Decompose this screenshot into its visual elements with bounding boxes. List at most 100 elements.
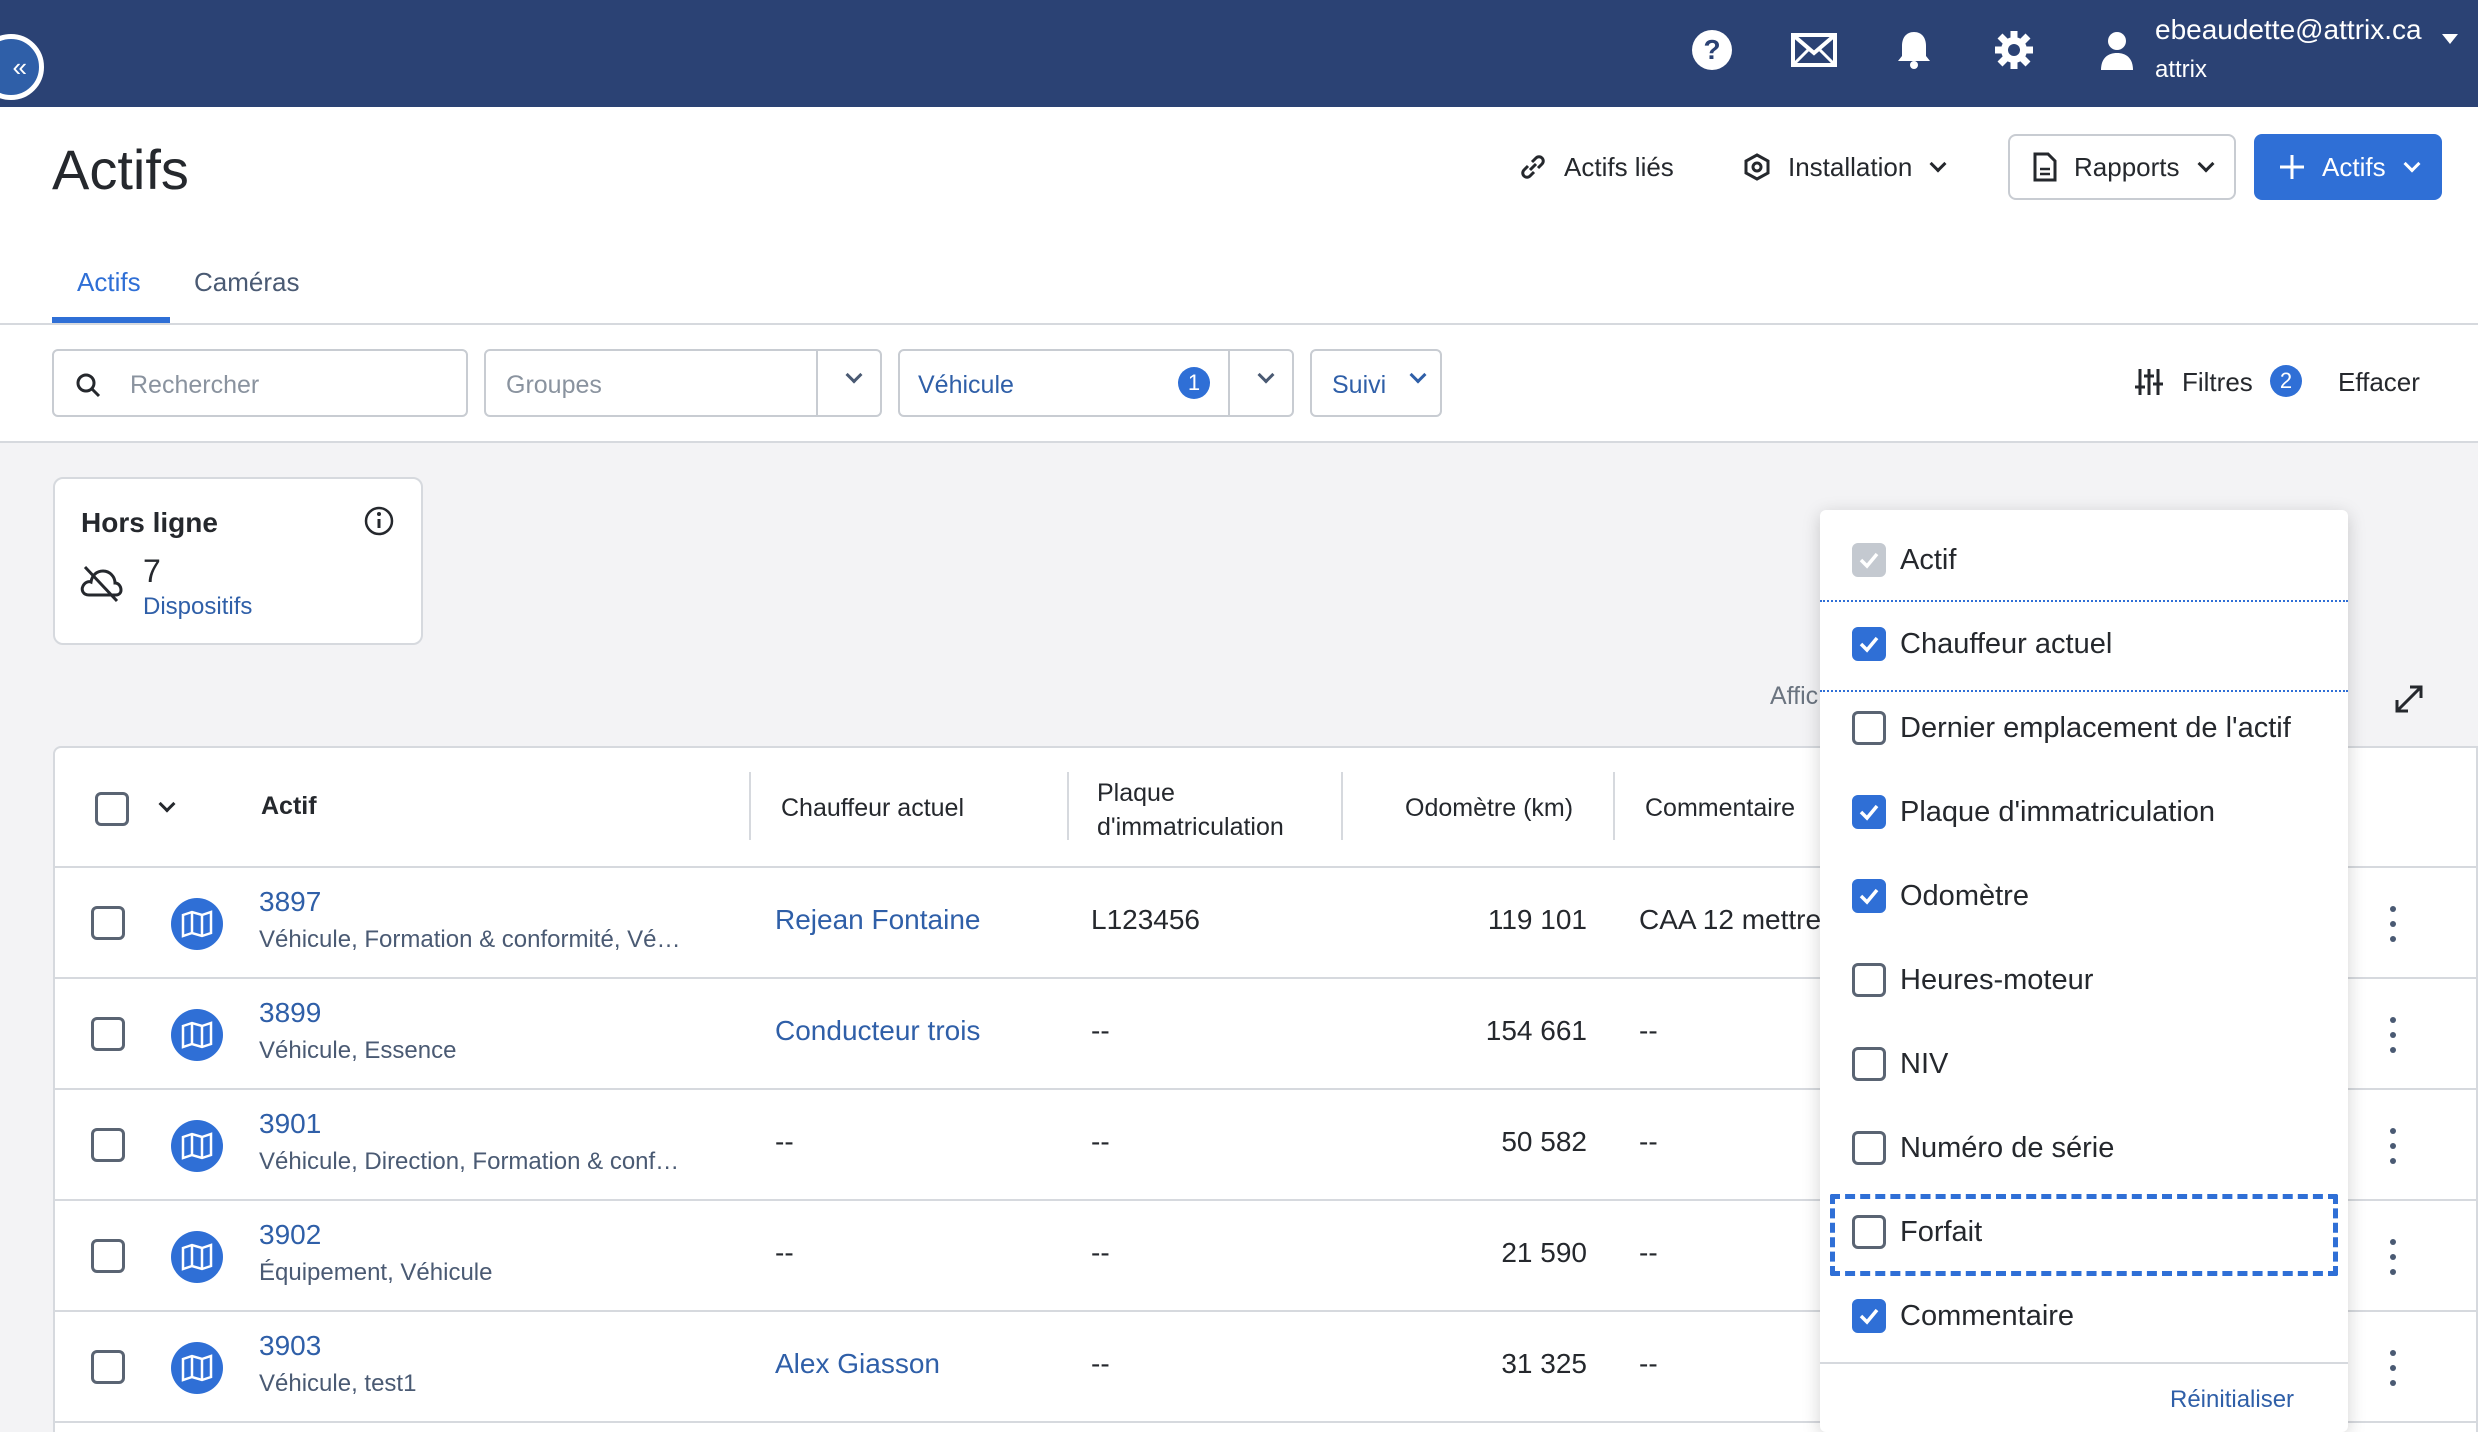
- column-option-checkbox[interactable]: [1852, 1131, 1886, 1165]
- map-icon[interactable]: [171, 1342, 223, 1394]
- asset-id-link[interactable]: 3901: [259, 1108, 321, 1140]
- reports-dropdown[interactable]: Rapports: [2008, 134, 2236, 200]
- column-option-checkbox[interactable]: [1852, 795, 1886, 829]
- column-header-asset[interactable]: Actif: [261, 792, 317, 821]
- add-assets-button[interactable]: Actifs: [2254, 134, 2442, 200]
- tab-cameras[interactable]: Caméras: [194, 267, 299, 298]
- asset-id-link[interactable]: 3897: [259, 886, 321, 918]
- asset-id-link[interactable]: 3902: [259, 1219, 321, 1251]
- column-option: Actif: [1820, 518, 2348, 602]
- chevron-down-icon: [1409, 366, 1427, 384]
- clear-filters-button[interactable]: Effacer: [2338, 367, 2420, 398]
- driver-cell[interactable]: Conducteur trois: [775, 1015, 980, 1047]
- linked-assets-button[interactable]: Actifs liés: [1518, 134, 1674, 200]
- user-menu[interactable]: ebeaudette@attrix.ca attrix: [2100, 14, 2470, 94]
- map-icon[interactable]: [171, 1120, 223, 1172]
- column-option-label: Actif: [1900, 544, 1957, 576]
- tracking-select[interactable]: Suivi: [1310, 349, 1442, 417]
- info-icon[interactable]: [363, 505, 395, 537]
- search-input[interactable]: Rechercher: [52, 349, 468, 417]
- display-label-partial: Affic: [1770, 682, 1819, 710]
- expand-icon[interactable]: [2392, 682, 2426, 716]
- select-all-checkbox[interactable]: [95, 792, 129, 826]
- column-header-comment[interactable]: Commentaire: [1645, 794, 1795, 823]
- chevron-down-icon[interactable]: [845, 366, 863, 384]
- column-option-checkbox[interactable]: [1852, 879, 1886, 913]
- focus-separator: [1820, 600, 2348, 602]
- groups-select[interactable]: Groupes: [484, 349, 882, 417]
- column-option-label: Numéro de série: [1900, 1132, 2115, 1164]
- comment-cell: --: [1639, 1237, 1658, 1268]
- column-separator: [1341, 772, 1343, 840]
- row-checkbox[interactable]: [91, 906, 125, 940]
- row-more-options-icon[interactable]: [2389, 906, 2397, 942]
- driver-cell[interactable]: Alex Giasson: [775, 1348, 940, 1380]
- focus-separator: [1820, 690, 2348, 692]
- column-header-plate[interactable]: Plaque d'immatriculation: [1097, 776, 1317, 844]
- column-option[interactable]: Commentaire: [1820, 1274, 2348, 1358]
- column-option-checkbox[interactable]: [1852, 711, 1886, 745]
- tab-assets[interactable]: Actifs: [77, 267, 141, 298]
- linked-assets-label: Actifs liés: [1564, 151, 1674, 182]
- row-more-options-icon[interactable]: [2389, 1350, 2397, 1386]
- map-icon[interactable]: [171, 1231, 223, 1283]
- column-header-odometer[interactable]: Odomètre (km): [1405, 794, 1573, 823]
- row-checkbox[interactable]: [91, 1239, 125, 1273]
- column-option[interactable]: Plaque d'immatriculation: [1820, 770, 2348, 854]
- driver-cell[interactable]: Rejean Fontaine: [775, 904, 980, 936]
- chevron-down-icon[interactable]: [1257, 366, 1275, 384]
- column-separator: [1067, 772, 1069, 840]
- column-option[interactable]: Chauffeur actuel: [1820, 602, 2348, 686]
- installation-dropdown[interactable]: Installation: [1742, 134, 1947, 200]
- asset-groups: Véhicule, test1: [259, 1370, 417, 1397]
- map-icon[interactable]: [171, 898, 223, 950]
- add-assets-label: Actifs: [2322, 151, 2386, 182]
- column-option[interactable]: Dernier emplacement de l'actif: [1820, 686, 2348, 770]
- column-option-label: Heures-moteur: [1900, 964, 2094, 996]
- offline-summary-card[interactable]: Hors ligne 7 Dispositifs: [53, 477, 423, 645]
- filter-bar: Rechercher Groupes Véhicule 1 Suivi Filt…: [0, 325, 2478, 443]
- odometer-cell: 31 325: [1501, 1348, 1587, 1379]
- row-checkbox[interactable]: [91, 1128, 125, 1162]
- search-icon: [76, 373, 101, 398]
- collapse-sidebar-button[interactable]: «: [0, 34, 44, 100]
- column-option-checkbox[interactable]: [1852, 963, 1886, 997]
- row-checkbox[interactable]: [91, 1017, 125, 1051]
- plate-cell: --: [1091, 1015, 1110, 1046]
- column-option-checkbox[interactable]: [1852, 627, 1886, 661]
- asset-id-link[interactable]: 3899: [259, 997, 321, 1029]
- bell-icon[interactable]: [1890, 26, 1938, 74]
- column-header-driver[interactable]: Chauffeur actuel: [781, 794, 964, 823]
- column-option-label: Odomètre: [1900, 880, 2029, 912]
- column-option[interactable]: Odomètre: [1820, 854, 2348, 938]
- user-email: ebeaudette@attrix.ca: [2155, 14, 2422, 45]
- filters-count-badge: 2: [2270, 365, 2302, 397]
- column-separator: [1613, 772, 1615, 840]
- select-divider: [816, 351, 818, 415]
- offline-unit: Dispositifs: [143, 593, 253, 620]
- column-chooser-menu: Actif Chauffeur actuel Dernier emplaceme…: [1820, 510, 2348, 1432]
- column-option[interactable]: Heures-moteur: [1820, 938, 2348, 1022]
- offline-count: 7: [143, 553, 161, 589]
- comment-cell: --: [1639, 1348, 1658, 1379]
- chevron-down-icon[interactable]: [158, 795, 176, 813]
- asset-id-link[interactable]: 3903: [259, 1330, 321, 1362]
- row-more-options-icon[interactable]: [2389, 1017, 2397, 1053]
- chevron-down-icon: [2197, 155, 2214, 173]
- row-checkbox[interactable]: [91, 1350, 125, 1384]
- column-option[interactable]: NIV: [1820, 1022, 2348, 1106]
- map-icon[interactable]: [171, 1009, 223, 1061]
- mail-icon[interactable]: [1790, 26, 1838, 74]
- search-placeholder: Rechercher: [130, 371, 260, 399]
- help-icon[interactable]: ?: [1688, 26, 1736, 74]
- gear-icon[interactable]: [1990, 26, 2038, 74]
- reset-columns-button[interactable]: Réinitialiser: [2170, 1386, 2294, 1414]
- vehicle-type-select[interactable]: Véhicule 1: [898, 349, 1294, 417]
- column-option-checkbox[interactable]: [1852, 1047, 1886, 1081]
- cloud-off-icon: [80, 565, 123, 603]
- column-option-checkbox[interactable]: [1852, 1299, 1886, 1333]
- row-more-options-icon[interactable]: [2389, 1239, 2397, 1275]
- settings-hex-icon: [1744, 153, 1770, 181]
- column-option[interactable]: Numéro de série: [1820, 1106, 2348, 1190]
- row-more-options-icon[interactable]: [2389, 1128, 2397, 1164]
